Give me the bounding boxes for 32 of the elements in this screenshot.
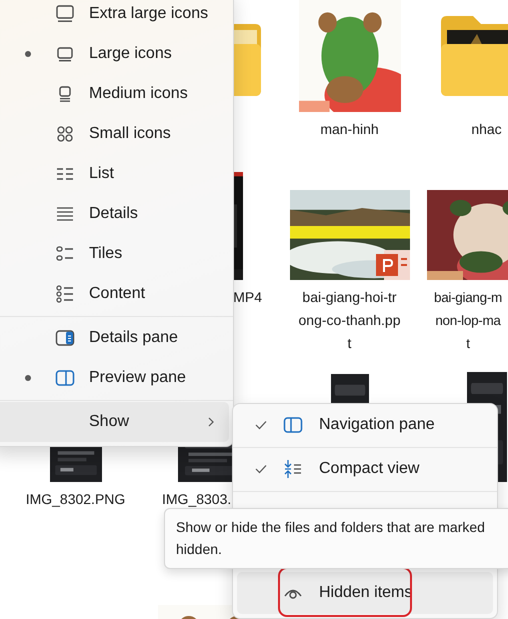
grid-icon xyxy=(55,124,75,144)
file-name[interactable]: bai-giang-m non-lop-ma t xyxy=(428,286,508,355)
content-icon xyxy=(55,284,75,304)
details-pane-icon xyxy=(55,328,75,348)
menu-item[interactable]: Extra large icons xyxy=(0,0,229,34)
menu-item[interactable]: Show xyxy=(0,402,229,442)
check-icon xyxy=(255,464,267,474)
file-name[interactable]: MP4 xyxy=(233,286,281,309)
menu-item[interactable]: Tiles xyxy=(0,234,229,274)
chevron-icon xyxy=(207,416,215,428)
menu-item[interactable]: Details xyxy=(0,194,229,234)
check-icon xyxy=(255,420,267,430)
file-name[interactable]: IMG_8302.PNG xyxy=(26,488,126,511)
menu-item[interactable]: Large icons xyxy=(0,34,229,74)
preview-pane-icon xyxy=(55,368,75,388)
menu-item[interactable]: Compact view xyxy=(237,449,493,489)
menu-item[interactable]: List xyxy=(0,154,229,194)
file-name[interactable]: nhac xyxy=(471,118,502,141)
menu-item[interactable]: Medium icons xyxy=(0,74,229,114)
slides-icon xyxy=(376,250,410,280)
menu-item[interactable]: Preview pane xyxy=(0,358,229,398)
menu-item[interactable]: Small icons xyxy=(0,114,229,154)
file-name[interactable]: IMG_8303. xyxy=(144,488,232,511)
tooltip-text: Show or hide the files and folders that are marked hidden. xyxy=(176,518,486,559)
menu-item[interactable]: Details pane xyxy=(0,318,229,358)
menu-item[interactable]: Navigation pane xyxy=(237,405,493,445)
file-name[interactable]: bai-giang-hoi-tr ong-co-thanh.pp t xyxy=(298,286,400,355)
file-name[interactable]: man-hinh xyxy=(320,118,379,141)
navigation-pane-icon xyxy=(283,415,303,435)
monitor-icon xyxy=(55,4,75,24)
menu-item[interactable]: Content xyxy=(0,274,229,314)
compact-view-icon xyxy=(283,459,303,479)
